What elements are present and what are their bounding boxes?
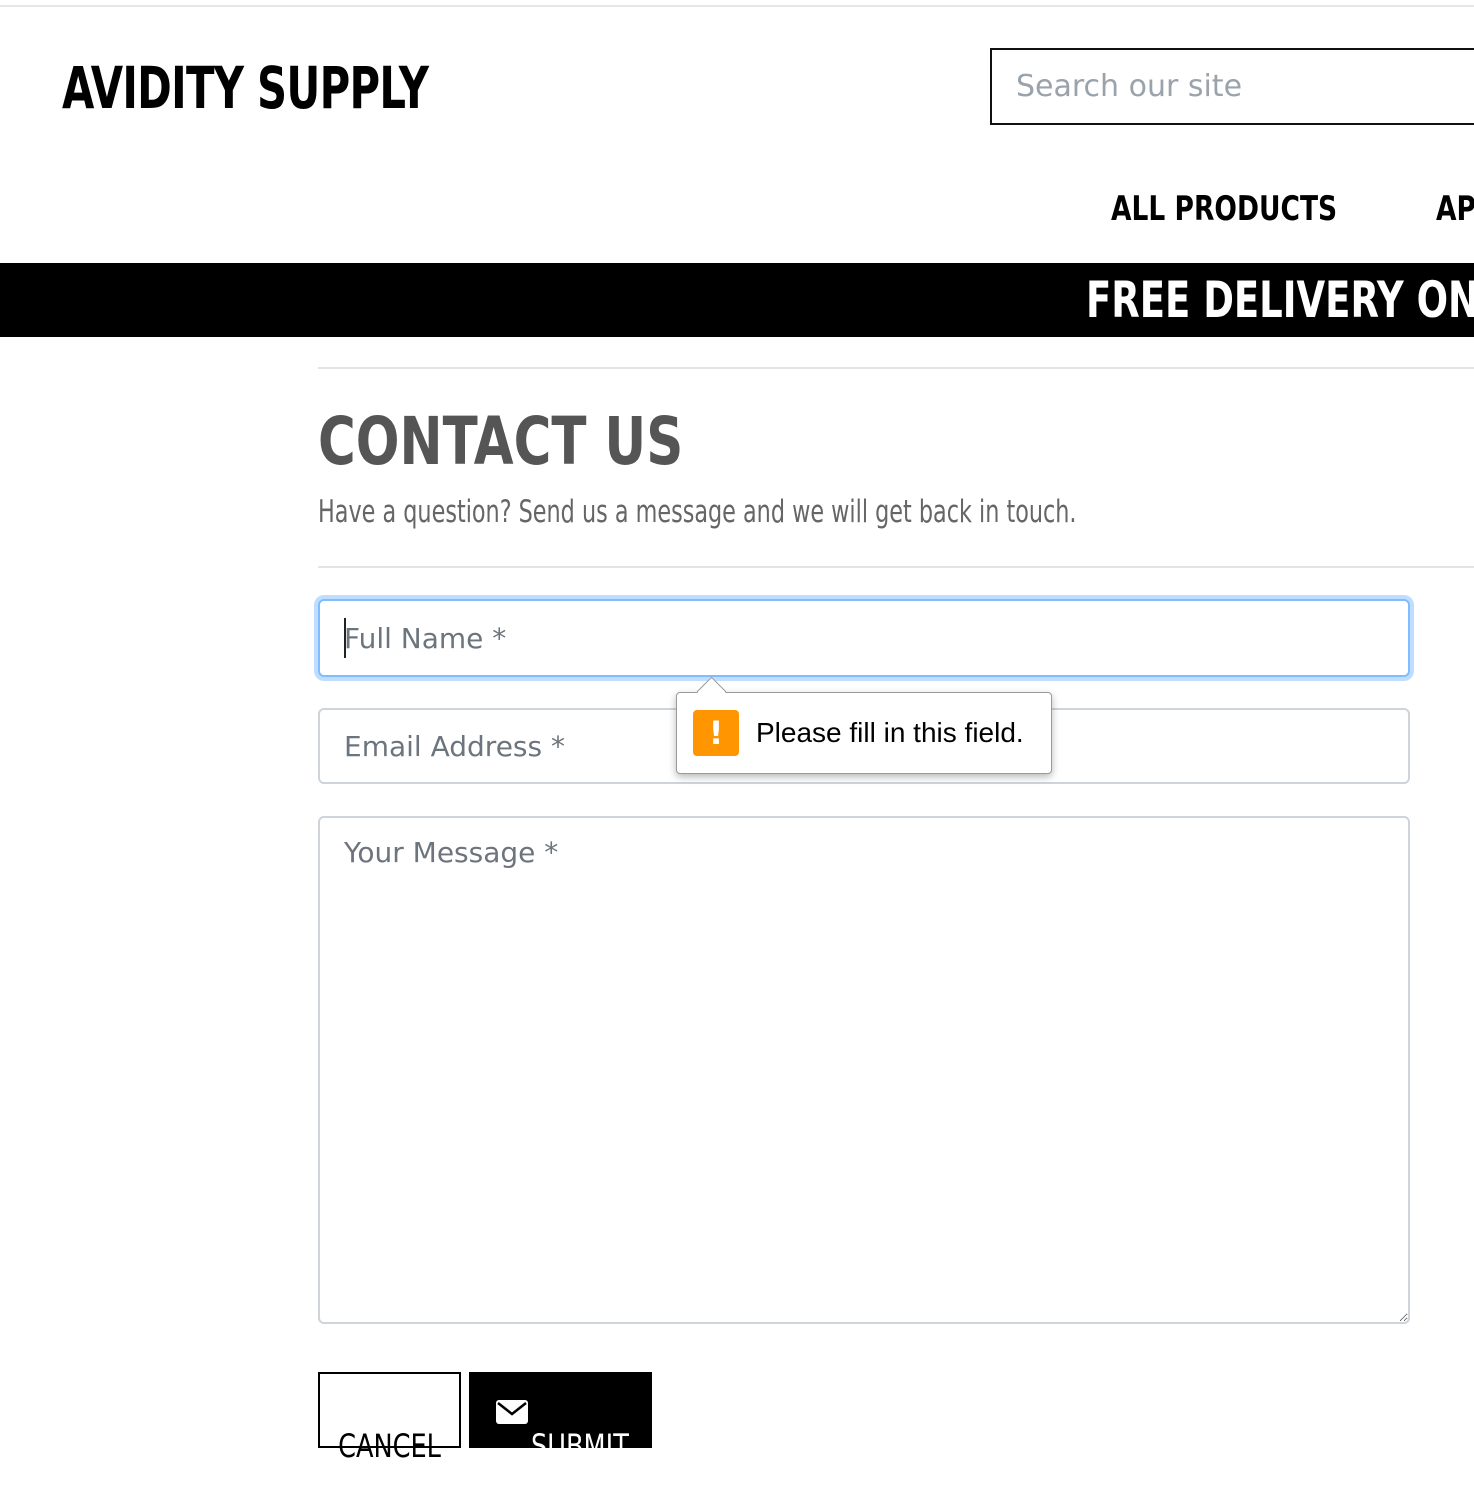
promo-banner-text: FREE DELIVERY ON ORDERS xyxy=(1086,271,1474,329)
cancel-button[interactable]: CANCEL xyxy=(318,1372,461,1465)
nav-item-app[interactable]: APP xyxy=(1436,182,1474,236)
envelope-icon xyxy=(496,1400,528,1424)
search-input[interactable] xyxy=(990,48,1474,125)
page-title: CONTACT US xyxy=(318,403,684,480)
section-divider-top xyxy=(318,367,1474,369)
tooltip-arrow xyxy=(696,676,727,707)
validation-tooltip: ! Please fill in this field. xyxy=(676,676,1052,774)
nav-item-all-products[interactable]: ALL PRODUCTS xyxy=(1111,182,1337,236)
cancel-button-label: CANCEL xyxy=(338,1427,441,1465)
submit-button-label: SUBMIT xyxy=(531,1427,629,1465)
message-textarea[interactable] xyxy=(318,816,1410,1324)
top-divider xyxy=(0,5,1474,7)
validation-message: Please fill in this field. xyxy=(756,717,1024,748)
section-divider-bottom xyxy=(318,566,1474,568)
text-caret xyxy=(344,618,346,658)
brand-logo[interactable]: AVIDITY SUPPLY xyxy=(62,50,429,126)
promo-banner: FREE DELIVERY ON ORDERS xyxy=(0,263,1474,337)
page-subtitle: Have a question? Send us a message and w… xyxy=(318,494,1077,530)
submit-button[interactable]: SUBMIT xyxy=(469,1372,652,1465)
page: AVIDITY SUPPLY ALL PRODUCTS APP FREE DEL… xyxy=(0,0,1474,1494)
warning-icon: ! xyxy=(693,710,739,756)
full-name-input[interactable] xyxy=(318,599,1410,677)
